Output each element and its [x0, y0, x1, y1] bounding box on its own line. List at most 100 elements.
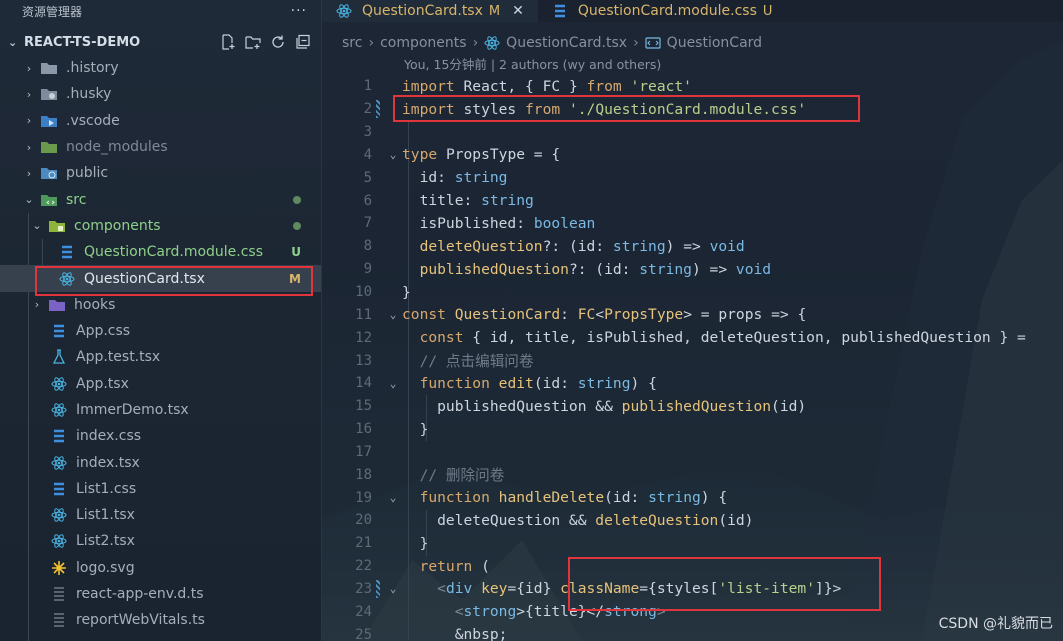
- token: QuestionCard: [445, 306, 561, 324]
- tree-item-app-test[interactable]: App.test.tsx: [0, 344, 321, 370]
- more-actions-icon[interactable]: ···: [291, 3, 307, 19]
- token: isPublished: [402, 214, 517, 232]
- tab-questioncard-css[interactable]: QuestionCard.module.css U: [538, 0, 787, 22]
- tree-item-index-tsx[interactable]: index.tsx: [0, 449, 321, 475]
- token: (id): [718, 511, 754, 529]
- node-folder-icon: [40, 139, 58, 155]
- token: <: [595, 306, 605, 324]
- tree-item-husky[interactable]: › .husky: [0, 81, 321, 107]
- explorer-header: 资源管理器 ···: [0, 0, 321, 22]
- token: >: [656, 603, 666, 621]
- breadcrumb-item[interactable]: QuestionCard.tsx: [506, 35, 627, 51]
- src-folder-icon: [40, 192, 58, 208]
- code-line: 7 isPublished: boolean: [322, 212, 1063, 235]
- fold-chevron-icon[interactable]: ⌄: [384, 582, 402, 595]
- tree-item-label: .vscode: [66, 112, 120, 129]
- tree-item-node-modules[interactable]: › node_modules: [0, 134, 321, 160]
- tree-item-questioncard-tsx[interactable]: QuestionCard.tsx M: [0, 265, 321, 292]
- code-line: 13 // 点击编辑问卷: [322, 349, 1063, 372]
- react-file-icon: [50, 402, 68, 418]
- tree-item-src[interactable]: ⌄ src: [0, 186, 321, 212]
- new-file-icon[interactable]: [220, 34, 236, 50]
- code-line: 15 publishedQuestion && publishedQuestio…: [322, 395, 1063, 418]
- tree-item-public[interactable]: › public: [0, 160, 321, 186]
- tree-item-components[interactable]: ⌄ components: [0, 213, 321, 239]
- token: FC: [577, 306, 596, 324]
- line-number: 5: [363, 169, 372, 186]
- code-line: 16 }: [322, 418, 1063, 441]
- folder-icon: [40, 60, 58, 76]
- tree-item-list1-tsx[interactable]: List1.tsx: [0, 502, 321, 528]
- fold-chevron-icon[interactable]: ⌄: [384, 377, 402, 390]
- close-icon[interactable]: ✕: [512, 3, 524, 19]
- collapse-all-icon[interactable]: [295, 34, 311, 50]
- token: handleDelete: [498, 489, 605, 507]
- tree-item-logo-svg[interactable]: logo.svg: [0, 555, 321, 581]
- tree-item-report-web-vitals[interactable]: reportWebVitals.ts: [0, 607, 321, 633]
- code-editor[interactable]: 1 import React, { FC } from 'react' 2 impo…: [322, 75, 1063, 641]
- token: React, { FC }: [454, 77, 587, 95]
- code-line: 22 return (: [322, 555, 1063, 578]
- line-number: 20: [355, 512, 372, 529]
- code-line: 21 }: [322, 532, 1063, 555]
- tree-item-label: List1.css: [76, 480, 137, 497]
- tree-item-index-css[interactable]: index.css: [0, 423, 321, 449]
- tab-questioncard-tsx[interactable]: QuestionCard.tsx M ✕: [322, 0, 538, 22]
- tree-item-immerdemo[interactable]: ImmerDemo.tsx: [0, 397, 321, 423]
- token: }: [402, 534, 429, 552]
- refresh-icon[interactable]: [270, 34, 286, 50]
- line-number: 13: [355, 352, 372, 369]
- tab-label: QuestionCard.tsx: [362, 3, 483, 19]
- git-change-marker: [376, 99, 380, 118]
- fold-chevron-icon[interactable]: ⌄: [384, 491, 402, 504]
- tree-item-label: ImmerDemo.tsx: [76, 402, 189, 418]
- token: publishedQuestion &&: [402, 397, 622, 415]
- token: :: [595, 237, 613, 255]
- untracked-badge: U: [291, 245, 301, 260]
- chevron-down-icon: ⌄: [32, 219, 42, 233]
- tree-item-label: logo.svg: [76, 559, 135, 576]
- symbol-class-icon: [645, 35, 661, 51]
- code-line: 5 id: string: [322, 166, 1063, 189]
- tree-item-hooks[interactable]: › hooks: [0, 292, 321, 318]
- tree-item-list1-css[interactable]: List1.css: [0, 476, 321, 502]
- git-blame-codelens[interactable]: You, 15分钟前 | 2 authors (wy and others): [322, 54, 1063, 74]
- token: string: [481, 192, 534, 210]
- line-number: 9: [363, 261, 372, 278]
- breadcrumb-item[interactable]: QuestionCard: [667, 35, 762, 51]
- breadcrumb-item[interactable]: src: [342, 35, 362, 51]
- new-folder-icon[interactable]: [245, 34, 261, 50]
- test-file-icon: [50, 349, 68, 365]
- tree-item-vscode[interactable]: › .vscode: [0, 108, 321, 134]
- tree-item-history[interactable]: › .history: [0, 55, 321, 81]
- breadcrumb-item[interactable]: components: [380, 35, 467, 51]
- tree-item-label: components: [74, 217, 161, 234]
- vscode-folder-icon: [40, 113, 58, 129]
- chevron-right-icon: ›: [26, 166, 32, 180]
- tree-item-app-tsx[interactable]: App.tsx: [0, 371, 321, 397]
- code-line: 12 const { id, title, isPublished, delet…: [322, 326, 1063, 349]
- token: id: [402, 169, 438, 187]
- project-root-row[interactable]: ⌄ REACT-TS-DEMO: [0, 29, 321, 55]
- fold-chevron-icon[interactable]: ⌄: [384, 308, 402, 321]
- token: ?: (: [542, 237, 578, 255]
- components-folder-icon: [48, 218, 66, 234]
- token: strong: [604, 603, 657, 621]
- tree-item-list2-tsx[interactable]: List2.tsx: [0, 528, 321, 554]
- token: (: [472, 557, 490, 575]
- line-number: 7: [363, 215, 372, 232]
- tree-item-questioncard-css[interactable]: QuestionCard.module.css U: [0, 239, 321, 265]
- token: => {: [762, 306, 807, 324]
- line-number: 23: [355, 580, 372, 597]
- tree-item-react-app-env[interactable]: react-app-env.d.ts: [0, 581, 321, 607]
- hooks-folder-icon: [48, 297, 66, 313]
- token: 'list-item': [718, 580, 815, 598]
- fold-chevron-icon[interactable]: ⌄: [384, 148, 402, 161]
- line-number: 1: [363, 78, 372, 95]
- token: ) {: [630, 374, 657, 392]
- token: :: [560, 374, 578, 392]
- code-line: 14 ⌄ function edit(id: string) {: [322, 372, 1063, 395]
- token: :: [463, 192, 482, 210]
- tree-item-app-css[interactable]: App.css: [0, 318, 321, 344]
- tree-item-label: List2.tsx: [76, 533, 135, 550]
